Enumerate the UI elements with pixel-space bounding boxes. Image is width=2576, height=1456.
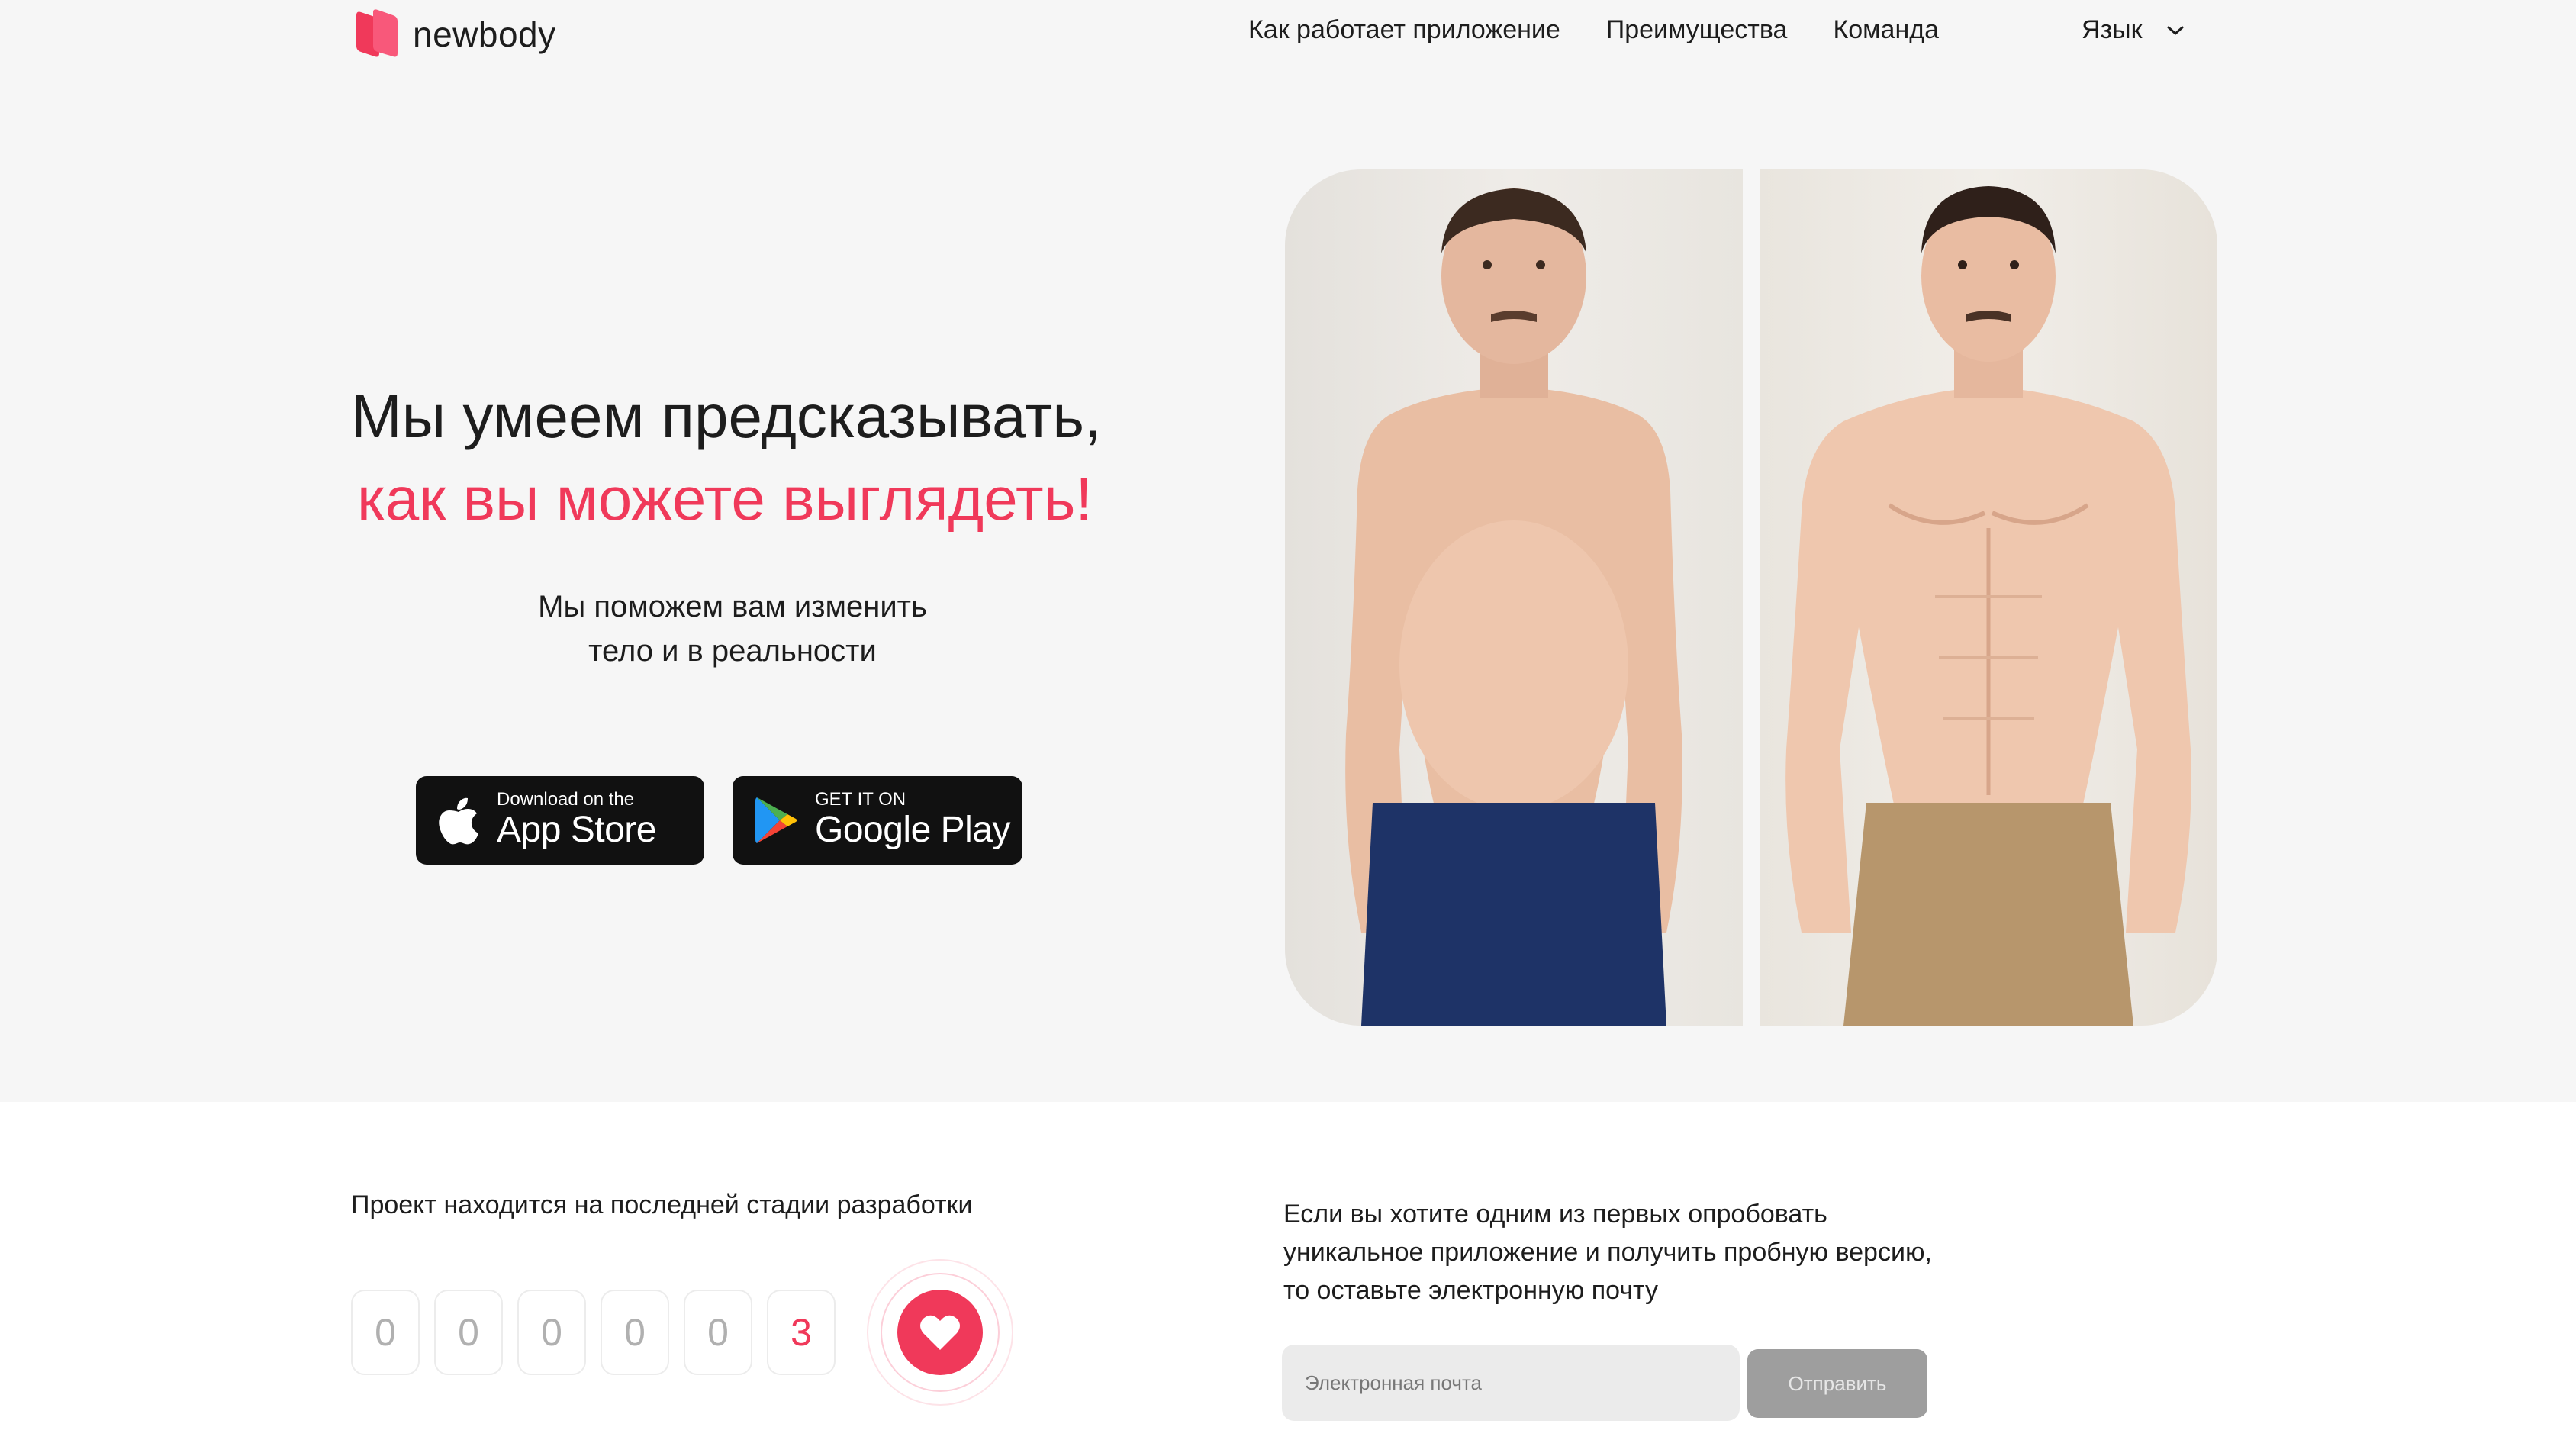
logo-text: newbody [413, 14, 556, 54]
counter-digit: 3 [767, 1290, 836, 1375]
app-store-big-text: App Store [497, 810, 656, 850]
submit-button[interactable]: Отправить [1747, 1349, 1927, 1418]
like-widget [867, 1259, 1013, 1406]
signup-line: Если вы хотите одним из первых опробоват… [1283, 1200, 1827, 1229]
signup-line: то оставьте электронную почту [1283, 1276, 1658, 1305]
apple-icon [439, 797, 478, 845]
language-selector[interactable]: Язык [2082, 15, 2185, 45]
chevron-down-icon [2167, 26, 2184, 34]
hero-headline-accent: как вы можете выглядеть! [357, 465, 1093, 533]
hero-subtext: Мы поможем вам изменить тело и в реально… [427, 585, 1038, 673]
google-play-small-text: GET IT ON [815, 789, 906, 810]
counter-digit: 0 [601, 1290, 669, 1375]
hero-headline: Мы умеем предсказывать, [351, 382, 1102, 450]
hero-subtext-line: Мы поможем вам изменить [538, 590, 927, 623]
counter-digit: 0 [517, 1290, 586, 1375]
email-field[interactable] [1282, 1345, 1740, 1421]
counter-digit: 0 [434, 1290, 503, 1375]
signup-description: Если вы хотите одним из первых опробоват… [1283, 1195, 1970, 1309]
heart-icon [920, 1315, 960, 1350]
app-store-button[interactable]: Download on the App Store [416, 776, 704, 865]
nav-advantages[interactable]: Преимущества [1606, 15, 1788, 45]
google-play-button[interactable]: GET IT ON Google Play [733, 776, 1022, 865]
counter-digit: 0 [684, 1290, 752, 1375]
before-photo [1285, 169, 1743, 1026]
signup-line: уникальное приложение и получить пробную… [1283, 1238, 1932, 1267]
nav-team[interactable]: Команда [1833, 15, 1939, 45]
counter-digit: 0 [351, 1290, 420, 1375]
like-button[interactable] [897, 1290, 983, 1375]
google-play-big-text: Google Play [815, 810, 1011, 850]
language-label: Язык [2082, 15, 2143, 44]
after-photo [1760, 169, 2217, 1026]
main-nav: Как работает приложение Преимущества Ком… [1248, 15, 1939, 45]
nav-how-it-works[interactable]: Как работает приложение [1248, 15, 1560, 45]
app-store-small-text: Download on the [497, 789, 635, 810]
hero-subtext-line: тело и в реальности [588, 634, 877, 668]
progress-title: Проект находится на последней стадии раз… [351, 1190, 973, 1219]
google-play-icon [755, 797, 797, 843]
logo[interactable]: newbody [353, 9, 556, 60]
logo-icon [356, 9, 398, 57]
